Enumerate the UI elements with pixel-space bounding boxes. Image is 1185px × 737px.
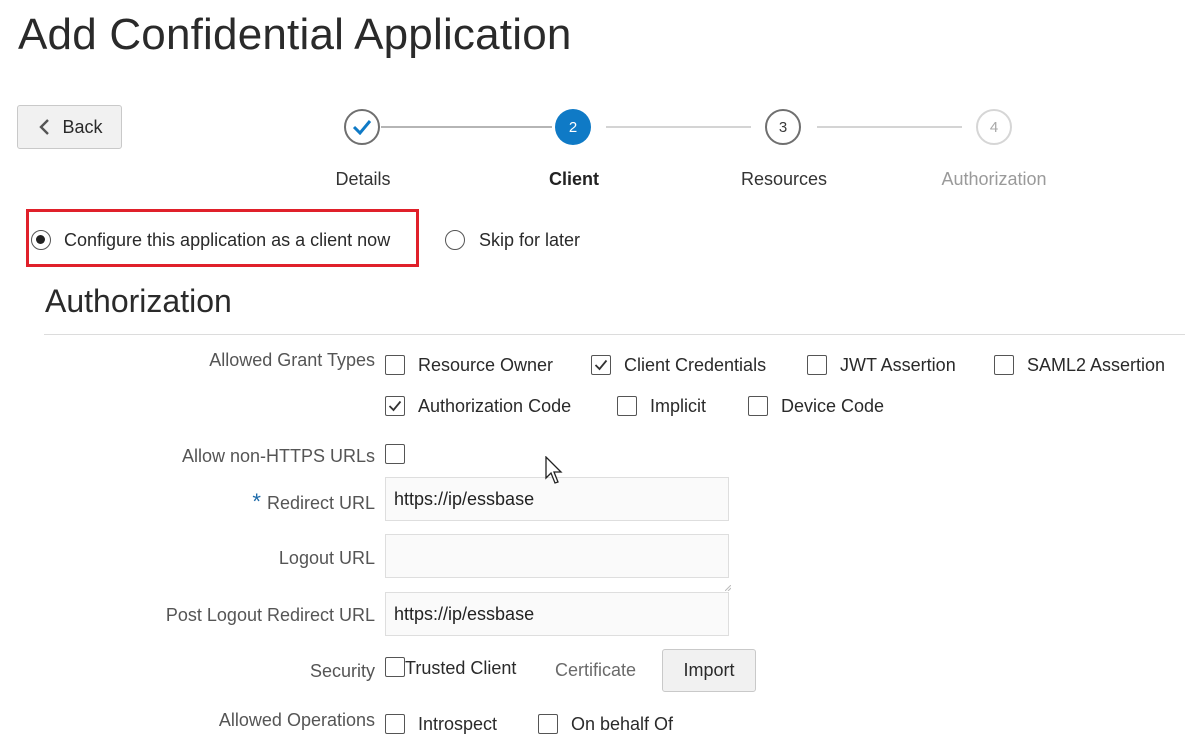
on-behalf-of-checkbox[interactable] (538, 714, 558, 734)
train-connector (606, 126, 751, 128)
allowed-operations-label: Allowed Operations (218, 710, 375, 730)
resource-owner-label[interactable]: Resource Owner (418, 355, 553, 376)
checkmark-icon (388, 400, 402, 412)
train-connector (381, 126, 552, 128)
required-marker: * (252, 489, 261, 514)
chevron-left-icon (39, 119, 50, 135)
authorization-code-checkbox[interactable] (385, 396, 405, 416)
device-code-label[interactable]: Device Code (781, 396, 884, 417)
configure-now-label[interactable]: Configure this application as a client n… (64, 230, 390, 251)
client-credentials-checkbox[interactable] (591, 355, 611, 375)
non-https-checkbox[interactable] (385, 444, 405, 464)
step-resources[interactable]: 3 (765, 109, 801, 145)
logout-url-label: Logout URL (278, 548, 375, 568)
redirect-url-label-text: Redirect URL (266, 493, 375, 513)
divider (44, 334, 1185, 335)
post-logout-url-input[interactable]: https://ip/essbase (385, 592, 729, 636)
step-details[interactable] (344, 109, 380, 145)
authorization-code-label[interactable]: Authorization Code (418, 396, 571, 417)
section-title: Authorization (45, 283, 232, 319)
post-logout-url-label: Post Logout Redirect URL (165, 605, 375, 625)
configure-now-radio[interactable] (31, 230, 51, 250)
back-button[interactable]: Back (17, 105, 122, 149)
step-label-resources[interactable]: Resources (741, 169, 827, 190)
step-label-client: Client (548, 169, 600, 189)
client-credentials-label[interactable]: Client Credentials (624, 355, 766, 376)
security-label: Security (309, 661, 375, 681)
trusted-client-checkbox[interactable] (385, 657, 405, 677)
grant-types-label: Allowed Grant Types (209, 350, 375, 370)
skip-for-later-label[interactable]: Skip for later (479, 230, 580, 251)
step-label-authorization: Authorization (941, 169, 1047, 189)
device-code-checkbox[interactable] (748, 396, 768, 416)
back-button-label: Back (62, 116, 103, 137)
resize-grip-icon[interactable] (725, 585, 731, 591)
checkmark-icon (594, 359, 608, 371)
introspect-checkbox[interactable] (385, 714, 405, 734)
saml2-assertion-checkbox[interactable] (994, 355, 1014, 375)
page-title: Add Confidential Application (18, 10, 572, 59)
non-https-label: Allow non-HTTPS URLs (181, 446, 375, 466)
step-client[interactable]: 2 (555, 109, 591, 145)
checkmark-icon (352, 120, 372, 135)
mouse-cursor-icon (545, 456, 563, 484)
step-label-details[interactable]: Details (335, 169, 390, 190)
trusted-client-label[interactable]: Trusted Client (405, 658, 516, 679)
page: Add Confidential Application Back 2 3 4 … (0, 0, 1185, 737)
import-button[interactable]: Import (662, 649, 756, 692)
certificate-label: Certificate (555, 660, 637, 680)
jwt-assertion-checkbox[interactable] (807, 355, 827, 375)
implicit-checkbox[interactable] (617, 396, 637, 416)
jwt-assertion-label[interactable]: JWT Assertion (840, 355, 956, 376)
on-behalf-of-label[interactable]: On behalf Of (571, 714, 673, 735)
redirect-url-label: * Redirect URL (252, 489, 375, 515)
saml2-assertion-label[interactable]: SAML2 Assertion (1027, 355, 1165, 376)
skip-for-later-radio[interactable] (445, 230, 465, 250)
implicit-label[interactable]: Implicit (650, 396, 706, 417)
resource-owner-checkbox[interactable] (385, 355, 405, 375)
logout-url-input[interactable] (385, 534, 729, 578)
introspect-label[interactable]: Introspect (418, 714, 497, 735)
step-authorization: 4 (976, 109, 1012, 145)
train-connector (817, 126, 962, 128)
